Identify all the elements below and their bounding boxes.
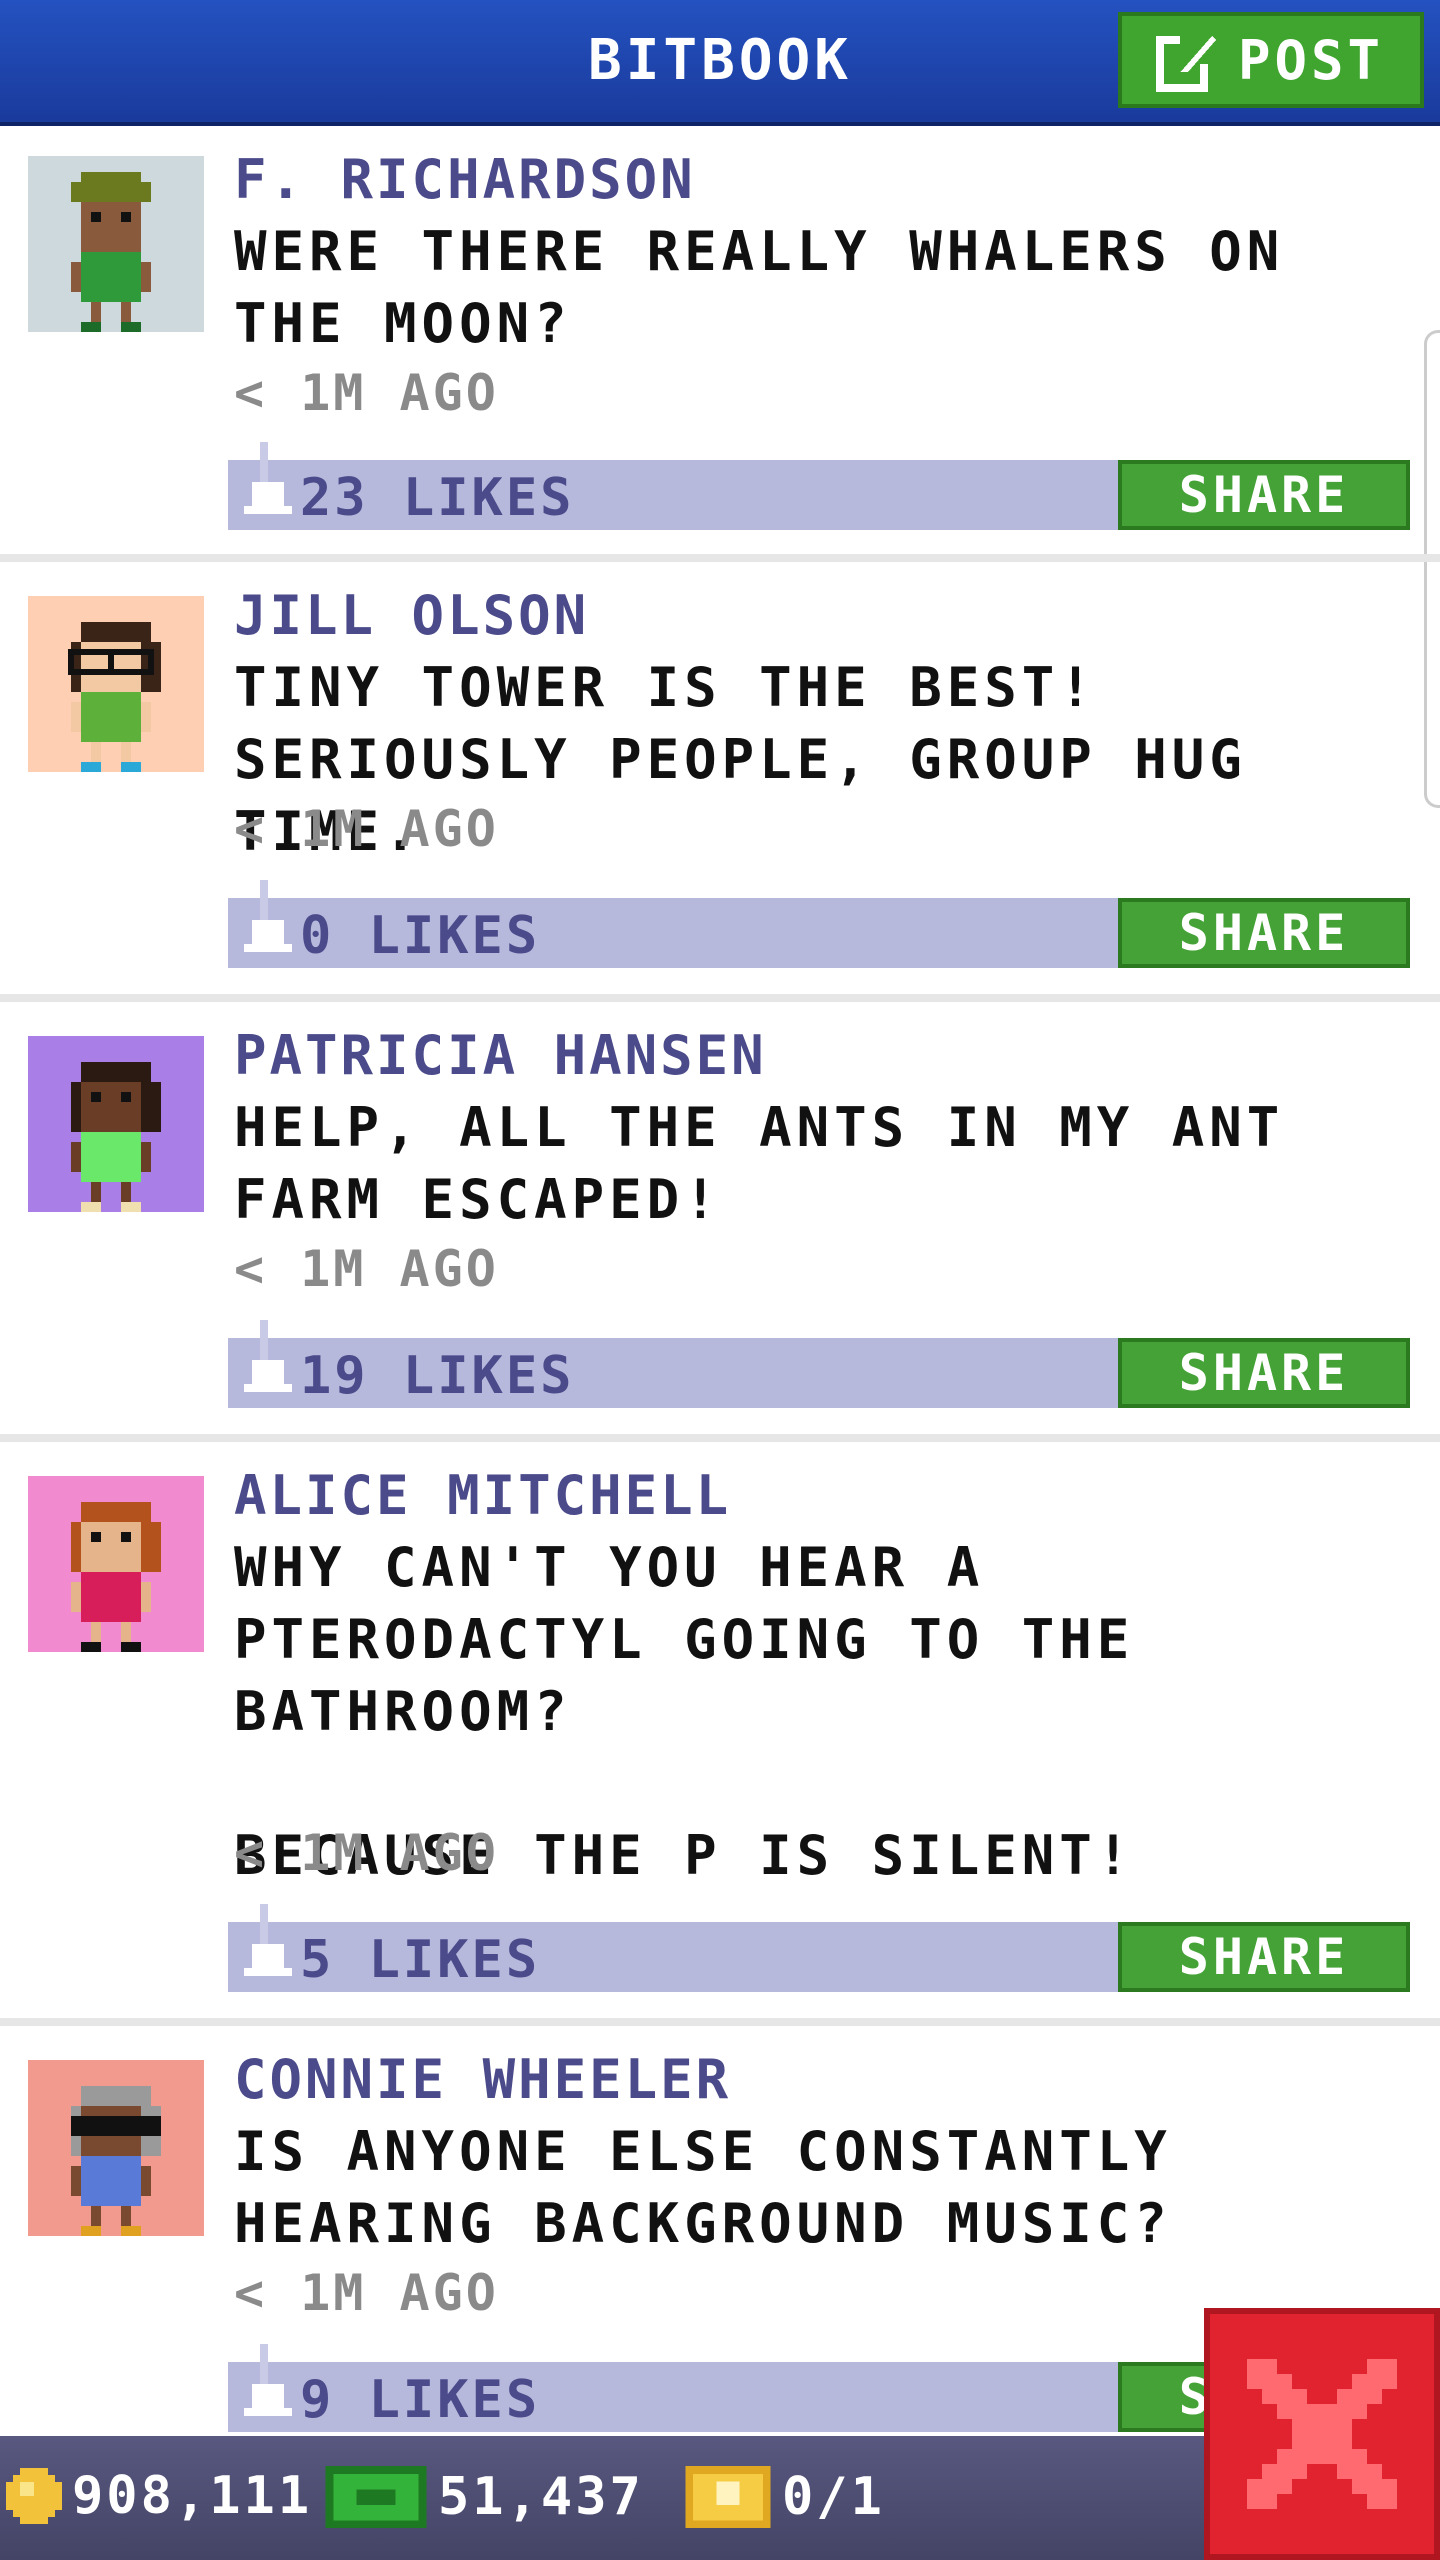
like-bar: 0 LIKES SHARE [228,880,1410,968]
like-thumb-icon[interactable] [244,1320,292,1400]
feed-post: JILL OLSON TINY TOWER IS THE BEST! SERIO… [0,562,1440,1002]
post-message: HELP, ALL THE ANTS IN MY ANT FARM ESCAPE… [234,1096,1285,1231]
bux-icon [325,2466,427,2528]
feed-post: F. RICHARDSON WERE THERE REALLY WHALERS … [0,126,1440,562]
like-thumb-icon[interactable] [244,442,292,522]
ticket-icon [685,2466,771,2528]
feed-post: PATRICIA HANSEN HELP, ALL THE ANTS IN MY… [0,1002,1440,1442]
post-author[interactable]: F. RICHARDSON [234,148,696,211]
post-author[interactable]: PATRICIA HANSEN [234,1024,767,1087]
post-author[interactable]: ALICE MITCHELL [234,1464,731,1527]
avatar[interactable] [28,2060,204,2236]
like-bar: 19 LIKES SHARE [228,1320,1410,1408]
post-time: < 1M AGO [234,1240,499,1298]
avatar[interactable] [28,156,204,332]
share-button[interactable]: SHARE [1118,1338,1410,1408]
post-author[interactable]: JILL OLSON [234,584,589,647]
post-button-label: POST [1238,28,1385,92]
share-button[interactable]: SHARE [1118,460,1410,530]
like-thumb-icon[interactable] [244,880,292,960]
post-time: < 1M AGO [234,2264,499,2322]
post-button[interactable]: POST [1118,12,1424,108]
share-button[interactable]: SHARE [1118,898,1410,968]
tickets-display: 0/1 [684,2466,885,2528]
coins-value: 908,111 [72,2466,313,2526]
coin-icon [6,2468,62,2524]
like-thumb-icon[interactable] [244,2344,292,2424]
bux-value: 51,437 [438,2467,644,2527]
like-count: 23 LIKES [300,468,575,528]
share-button[interactable]: SHARE [1118,1922,1410,1992]
post-time: < 1M AGO [234,1824,499,1882]
post-message: WERE THERE REALLY WHALERS ON THE MOON? [234,220,1285,355]
like-bar: 23 LIKES SHARE [228,442,1410,530]
like-thumb-icon[interactable] [244,1904,292,1984]
app-header: BITBOOK POST [0,0,1440,126]
post-time: < 1M AGO [234,364,499,422]
like-count: 19 LIKES [300,1346,575,1406]
bux-display: 51,437 [324,2466,644,2528]
like-count: 5 LIKES [300,1930,541,1990]
avatar[interactable] [28,1476,204,1652]
like-bar: 5 LIKES SHARE [228,1904,1410,1992]
post-author[interactable]: CONNIE WHEELER [234,2048,731,2111]
post-time: < 1M AGO [234,800,499,858]
coins-display: 908,111 [6,2466,312,2526]
post-edit-icon [1156,32,1216,92]
like-count: 9 LIKES [300,2370,541,2430]
avatar[interactable] [28,1036,204,1212]
post-message: IS ANYONE ELSE CONSTANTLY HEARING BACKGR… [234,2120,1172,2255]
feed-post: ALICE MITCHELL WHY CAN'T YOU HEAR A PTER… [0,1442,1440,2026]
close-button[interactable] [1204,2308,1440,2560]
like-count: 0 LIKES [300,906,541,966]
tickets-value: 0/1 [782,2467,885,2527]
close-icon [1247,2359,1397,2509]
avatar[interactable] [28,596,204,772]
